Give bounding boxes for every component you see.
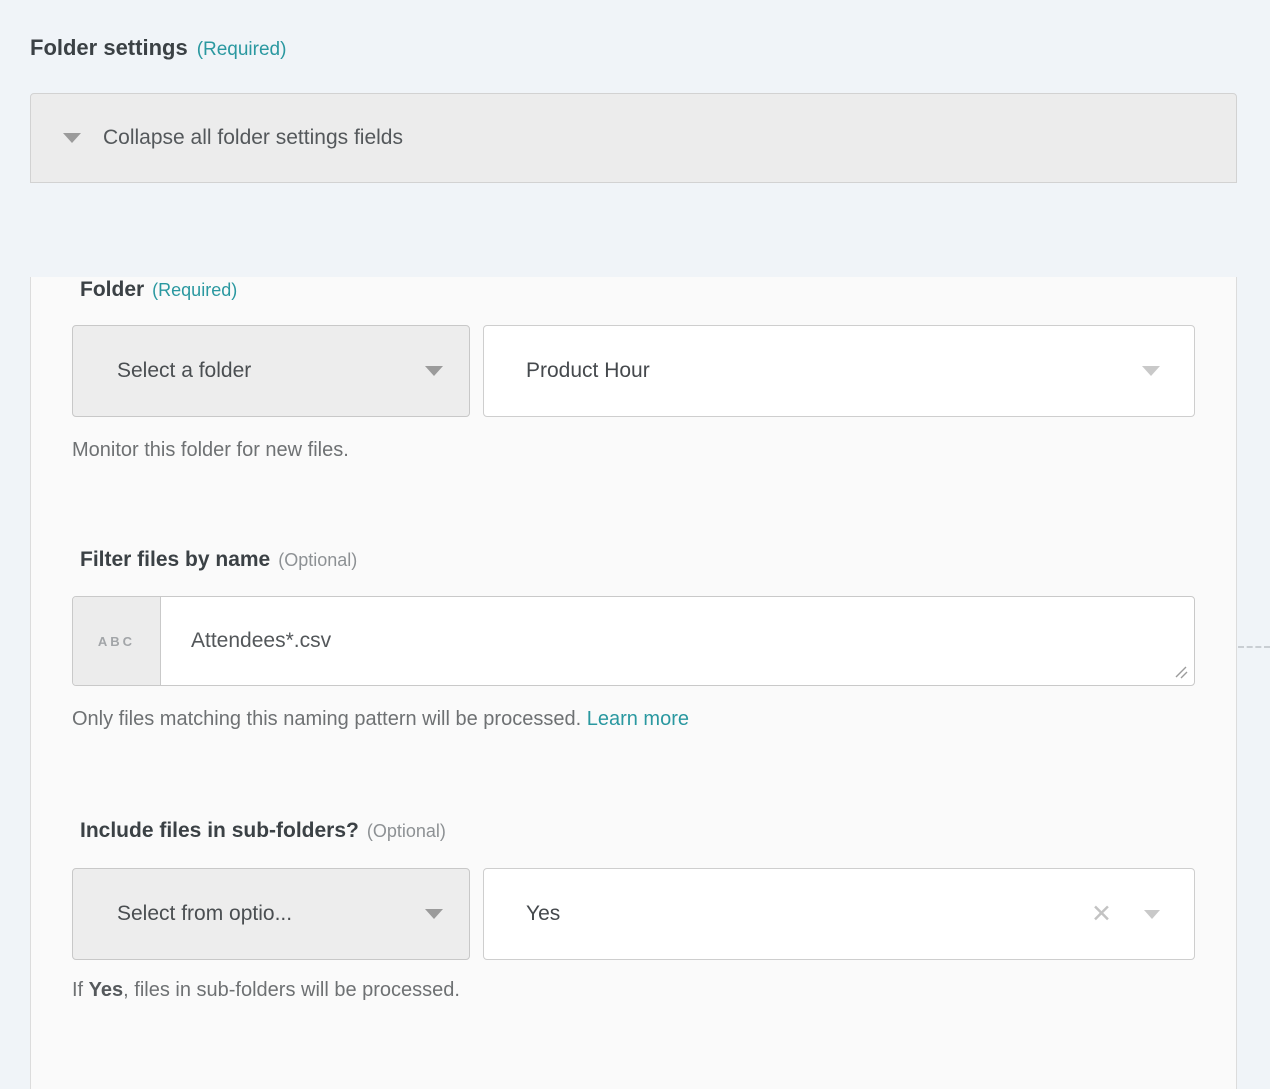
section-title-row: Folder settings (Required)	[0, 0, 1270, 65]
folder-source-select[interactable]: Select a folder	[72, 325, 470, 417]
chevron-down-icon	[1144, 910, 1160, 919]
folder-help-text: Monitor this folder for new files.	[72, 437, 1236, 463]
folder-selected-value: Product Hour	[526, 359, 650, 383]
folder-field-label: Folder (Required)	[80, 277, 1236, 303]
filter-label-text: Filter files by name	[80, 548, 270, 571]
learn-more-link[interactable]: Learn more	[587, 708, 689, 730]
subfolders-source-select[interactable]: Select from optio...	[72, 868, 470, 960]
filter-field-label: Filter files by name (Optional)	[80, 547, 1236, 573]
subfolders-value-select[interactable]: Yes ✕	[483, 868, 1195, 960]
connector-dashed-line	[1238, 646, 1270, 648]
chevron-down-icon	[63, 133, 81, 143]
subfolders-help-prefix: If	[72, 979, 89, 1001]
folder-input-row: Select a folder Product Hour	[72, 325, 1236, 417]
collapse-all-toggle[interactable]: Collapse all folder settings fields	[30, 93, 1237, 183]
text-type-indicator: ABC	[73, 597, 161, 685]
subfolders-help-bold: Yes	[89, 979, 123, 1001]
page-title-required-tag: (Required)	[197, 39, 287, 60]
panel-body: Folder (Required) Select a folder Product…	[30, 277, 1237, 1089]
folder-value-select[interactable]: Product Hour	[483, 325, 1195, 417]
subfolders-label-text: Include files in sub-folders?	[80, 819, 359, 842]
subfolders-optional-tag: (Optional)	[367, 821, 446, 841]
chevron-down-icon	[1142, 366, 1160, 376]
collapse-all-label: Collapse all folder settings fields	[103, 126, 403, 150]
filter-help-body: Only files matching this naming pattern …	[72, 708, 581, 730]
folder-settings-screen: Folder settings (Required) Collapse all f…	[0, 0, 1270, 1089]
folder-required-tag: (Required)	[152, 280, 237, 300]
subfolders-source-select-label: Select from optio...	[117, 902, 292, 926]
folder-source-select-label: Select a folder	[117, 359, 251, 383]
filter-pattern-field: ABC Attendees*.csv	[72, 596, 1195, 686]
resize-handle-icon[interactable]	[1172, 663, 1188, 679]
subfolders-selected-value: Yes	[526, 902, 560, 926]
chevron-down-icon	[425, 366, 443, 376]
filter-optional-tag: (Optional)	[278, 550, 357, 570]
clear-icon[interactable]: ✕	[1091, 902, 1112, 927]
filter-help-text: Only files matching this naming pattern …	[72, 706, 1236, 732]
folder-settings-panel: Collapse all folder settings fields Fold…	[30, 93, 1237, 1089]
folder-label-text: Folder	[80, 278, 144, 301]
filter-pattern-input[interactable]: Attendees*.csv	[161, 597, 1194, 685]
chevron-down-icon	[425, 909, 443, 919]
page-title: Folder settings	[30, 35, 188, 60]
subfolders-help-suffix: , files in sub-folders will be processed…	[123, 979, 460, 1001]
subfolders-input-row: Select from optio... Yes ✕	[72, 868, 1236, 960]
subfolders-help-text: If Yes, files in sub-folders will be pro…	[72, 977, 1236, 1003]
subfolders-field-label: Include files in sub-folders? (Optional)	[80, 818, 1236, 844]
